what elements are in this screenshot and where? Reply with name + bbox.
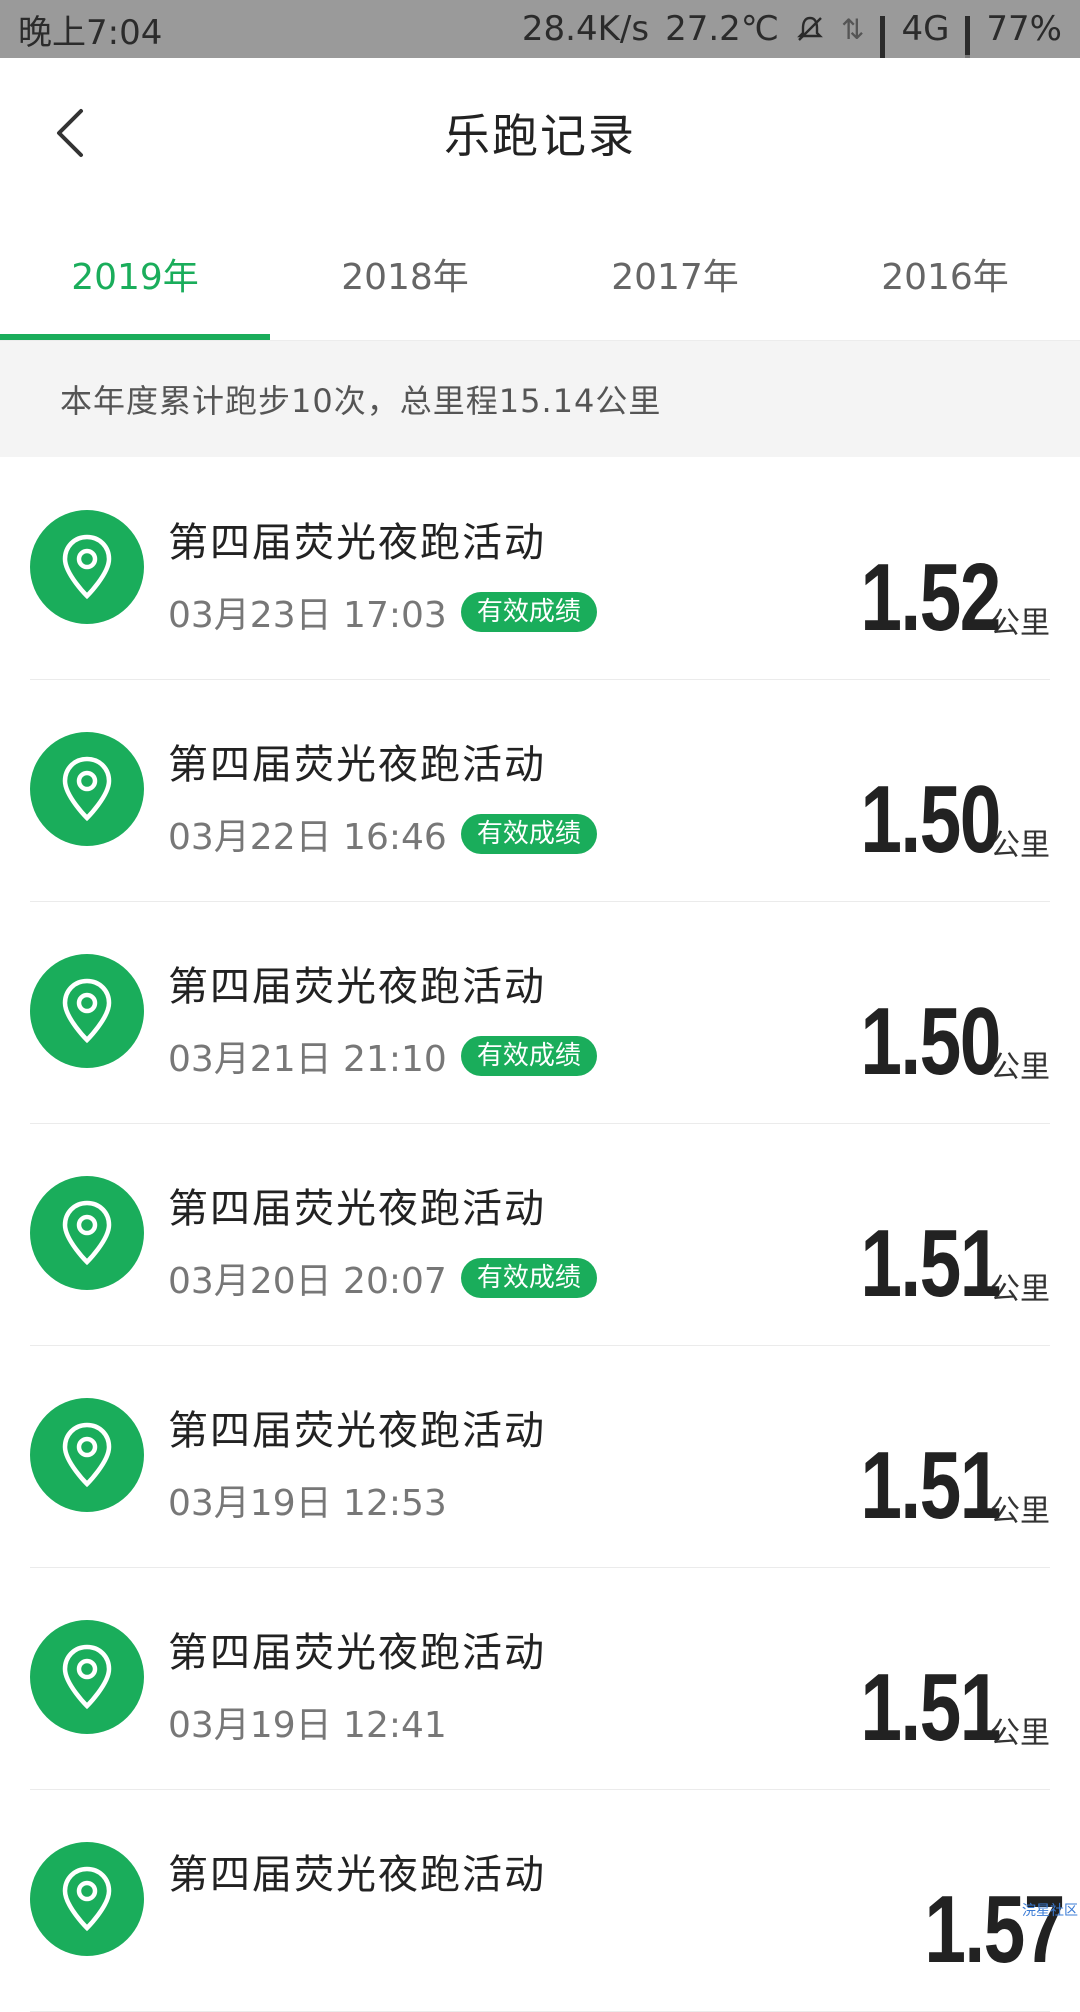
record-time-row: 03月21日 21:10 有效成绩 (168, 1030, 597, 1082)
valid-badge: 有效成绩 (461, 1258, 597, 1298)
valid-badge: 有效成绩 (461, 1036, 597, 1076)
location-pin-icon (30, 1842, 144, 1956)
distance-value: 1.57 (925, 1882, 1064, 1978)
record-time-row: 03月19日 12:41 (168, 1696, 447, 1748)
network-speed: 28.4K/s (522, 9, 649, 49)
valid-badge: 有效成绩 (461, 814, 597, 854)
header: 乐跑记录 (0, 58, 1080, 208)
record-time-row: 03月20日 20:07 有效成绩 (168, 1252, 597, 1304)
record-time-row: 03月19日 12:53 (168, 1474, 447, 1526)
distance-value: 1.51 (861, 1660, 1000, 1756)
record-distance: 1.50 公里 (821, 994, 1050, 1090)
record-distance: 1.51 公里 (821, 1216, 1050, 1312)
record-time-row: 03月22日 16:46 有效成绩 (168, 808, 597, 860)
record-title: 第四届荧光夜跑活动 (168, 1176, 546, 1234)
status-indicators: 28.4K/s 27.2℃ ⇅ 4G 77% (522, 9, 1062, 49)
record-distance: 1.50 公里 (821, 772, 1050, 868)
list-item[interactable]: 第四届荧光夜跑活动 03月21日 21:10 有效成绩 1.50 公里 (30, 902, 1050, 1124)
list-item[interactable]: 第四届荧光夜跑活动 03月22日 16:46 有效成绩 1.50 公里 (30, 680, 1050, 902)
distance-value: 1.52 (861, 550, 1000, 646)
distance-value: 1.50 (861, 772, 1000, 868)
record-time-row: 03月23日 17:03 有效成绩 (168, 586, 597, 638)
distance-value: 1.50 (861, 994, 1000, 1090)
list-item[interactable]: 第四届荧光夜跑活动 03月23日 17:03 有效成绩 1.52 公里 (30, 458, 1050, 680)
location-pin-icon (30, 1398, 144, 1512)
location-pin-icon (30, 954, 144, 1068)
status-time: 晚上7:04 (18, 5, 162, 54)
tab-2016[interactable]: 2016年 (810, 208, 1080, 340)
list-item[interactable]: 第四届荧光夜跑活动 03月19日 12:53 1.51 公里 (30, 1346, 1050, 1568)
tab-2017[interactable]: 2017年 (540, 208, 810, 340)
location-pin-icon (30, 1620, 144, 1734)
year-summary: 本年度累计跑步10次，总里程15.14公里 (0, 341, 1080, 457)
record-time: 03月21日 21:10 (168, 1030, 447, 1082)
data-transfer-icon: ⇅ (841, 13, 864, 46)
record-distance: 1.51 公里 (821, 1438, 1050, 1534)
run-record-list: 第四届荧光夜跑活动 03月23日 17:03 有效成绩 1.52 公里 第四届荧… (0, 458, 1080, 2012)
valid-badge: 有效成绩 (461, 592, 597, 632)
battery-level: 77% (986, 9, 1062, 49)
distance-value: 1.51 (861, 1216, 1000, 1312)
record-title: 第四届荧光夜跑活动 (168, 1620, 546, 1678)
record-distance: 1.52 公里 (821, 550, 1050, 646)
record-title: 第四届荧光夜跑活动 (168, 1398, 546, 1456)
page-title: 乐跑记录 (0, 100, 1080, 166)
year-tabs: 2019年 2018年 2017年 2016年 (0, 208, 1080, 341)
record-time: 03月23日 17:03 (168, 586, 447, 638)
list-item[interactable]: 第四届荧光夜跑活动 1.57 (30, 1790, 1050, 2012)
location-pin-icon (30, 510, 144, 624)
record-time: 03月20日 20:07 (168, 1252, 447, 1304)
distance-value: 1.51 (861, 1438, 1000, 1534)
record-distance: 1.57 (885, 1882, 1050, 1978)
bell-muted-icon (795, 14, 825, 44)
list-item[interactable]: 第四届荧光夜跑活动 03月19日 12:41 1.51 公里 (30, 1568, 1050, 1790)
tab-2019[interactable]: 2019年 (0, 208, 270, 340)
list-item[interactable]: 第四届荧光夜跑活动 03月20日 20:07 有效成绩 1.51 公里 (30, 1124, 1050, 1346)
tab-2018[interactable]: 2018年 (270, 208, 540, 340)
record-time: 03月22日 16:46 (168, 808, 447, 860)
network-type: 4G (901, 9, 949, 49)
location-pin-icon (30, 1176, 144, 1290)
status-bar: 晚上7:04 28.4K/s 27.2℃ ⇅ 4G 77% (0, 0, 1080, 58)
temperature: 27.2℃ (665, 9, 779, 49)
location-pin-icon (30, 732, 144, 846)
record-title: 第四届荧光夜跑活动 (168, 954, 546, 1012)
record-distance: 1.51 公里 (821, 1660, 1050, 1756)
record-title: 第四届荧光夜跑活动 (168, 1842, 546, 1900)
signal-icon-2 (965, 16, 970, 42)
record-time: 03月19日 12:41 (168, 1696, 447, 1748)
watermark: 浣星社区 (1022, 1900, 1078, 1920)
record-title: 第四届荧光夜跑活动 (168, 732, 546, 790)
record-title: 第四届荧光夜跑活动 (168, 510, 546, 568)
signal-icon (880, 16, 885, 42)
record-time: 03月19日 12:53 (168, 1474, 447, 1526)
